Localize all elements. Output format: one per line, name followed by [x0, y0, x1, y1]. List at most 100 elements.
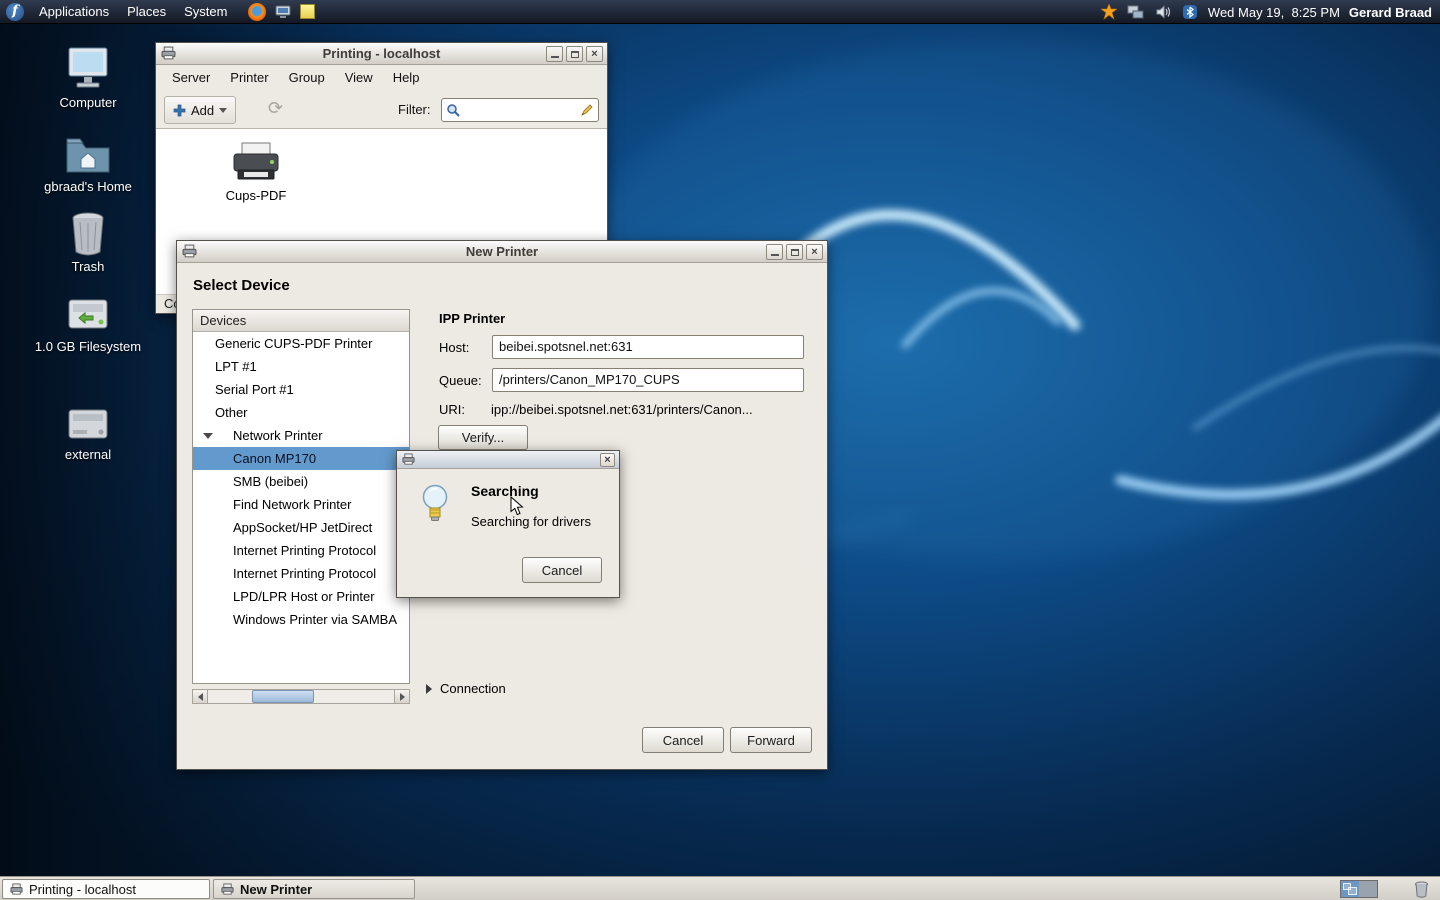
workspace-switcher[interactable] — [1340, 880, 1378, 898]
notes-launcher-icon[interactable] — [300, 4, 315, 19]
device-row[interactable]: Serial Port #1 — [193, 378, 409, 401]
scroll-right-arrow[interactable] — [394, 690, 409, 703]
trash-icon — [30, 208, 146, 256]
close-button[interactable]: × — [600, 453, 615, 467]
menu-system[interactable]: System — [175, 0, 236, 24]
printer-task-icon — [10, 883, 23, 896]
printer-window-icon — [182, 244, 197, 259]
add-printer-button[interactable]: Add — [164, 96, 236, 124]
menu-server[interactable]: Server — [162, 65, 220, 91]
printing-toolbar: Add ⟳ Filter: — [156, 91, 607, 129]
lightbulb-icon — [419, 483, 451, 525]
menu-printer[interactable]: Printer — [220, 65, 278, 91]
clock[interactable]: Wed May 19, 8:25 PM — [1208, 5, 1340, 20]
device-row[interactable]: Other — [193, 401, 409, 424]
printer-device-icon — [230, 141, 282, 185]
desktop-icon-filesystem[interactable]: 1.0 GB Filesystem — [30, 288, 146, 354]
volume-icon[interactable] — [1154, 3, 1172, 21]
device-row[interactable]: Find Network Printer — [193, 493, 409, 516]
desktop: f Applications Places System Wed May 1 — [0, 0, 1440, 900]
uri-label: URI: — [439, 402, 465, 417]
desktop-icon-label: 1.0 GB Filesystem — [30, 339, 146, 354]
printing-menubar: Server Printer Group View Help — [156, 65, 607, 91]
searching-heading: Searching — [471, 483, 539, 499]
workspace-2[interactable] — [1359, 881, 1377, 897]
desktop-icon-external[interactable]: external — [30, 396, 146, 462]
devices-column-header[interactable]: Devices — [193, 310, 409, 332]
chevron-down-icon — [219, 108, 227, 113]
close-button[interactable]: × — [586, 46, 603, 62]
device-row[interactable]: SMB (beibei) — [193, 470, 409, 493]
device-row[interactable]: LPT #1 — [193, 355, 409, 378]
desktop-icon-label: external — [30, 447, 146, 462]
device-row-selected[interactable]: Canon MP170 — [193, 447, 409, 470]
menu-applications[interactable]: Applications — [30, 0, 118, 24]
connection-expander[interactable]: Connection — [426, 681, 506, 696]
device-row-label: Network Printer — [233, 428, 323, 443]
top-panel: f Applications Places System Wed May 1 — [0, 0, 1440, 24]
device-row[interactable]: Internet Printing Protocol — [193, 539, 409, 562]
uri-value: ipp://beibei.spotsnel.net:631/printers/C… — [491, 402, 817, 417]
desktop-icon-label: gbraad's Home — [30, 179, 146, 194]
device-row[interactable]: LPD/LPR Host or Printer — [193, 585, 409, 608]
printer-item-cups-pdf[interactable]: Cups-PDF — [211, 141, 301, 203]
taskbar-item-printing[interactable]: Printing - localhost — [2, 879, 210, 899]
close-button[interactable]: × — [806, 244, 823, 260]
workspace-1[interactable] — [1341, 881, 1359, 897]
filter-search-input[interactable] — [441, 98, 599, 122]
user-menu[interactable]: Gerard Braad — [1349, 5, 1432, 20]
maximize-button[interactable] — [566, 46, 583, 62]
menu-help[interactable]: Help — [383, 65, 430, 91]
host-input[interactable]: beibei.spotsnel.net:631 — [492, 335, 804, 359]
scrollbar-trough[interactable] — [208, 690, 394, 703]
scroll-left-arrow[interactable] — [193, 690, 208, 703]
devices-list[interactable]: Devices Generic CUPS-PDF Printer LPT #1 … — [192, 309, 410, 684]
updates-icon[interactable] — [1100, 3, 1118, 21]
desktop-icon-trash[interactable]: Trash — [30, 208, 146, 274]
queue-input[interactable]: /printers/Canon_MP170_CUPS — [492, 368, 804, 392]
maximize-button[interactable] — [786, 244, 803, 260]
scrollbar-thumb[interactable] — [252, 690, 314, 703]
minimize-button[interactable] — [766, 244, 783, 260]
desktop-icon-label: Trash — [30, 259, 146, 274]
minimize-button[interactable] — [546, 46, 563, 62]
menu-group[interactable]: Group — [279, 65, 335, 91]
printing-window-titlebar[interactable]: Printing - localhost × — [156, 43, 607, 65]
remote-desktop-icon[interactable] — [1127, 3, 1145, 21]
display-launcher-icon[interactable] — [274, 3, 292, 21]
desktop-icon-home[interactable]: gbraad's Home — [30, 128, 146, 194]
device-row[interactable]: Generic CUPS-PDF Printer — [193, 332, 409, 355]
filter-label: Filter: — [398, 102, 431, 117]
edit-pencil-icon — [580, 103, 594, 117]
verify-button[interactable]: Verify... — [438, 425, 528, 450]
devices-horizontal-scrollbar[interactable] — [192, 689, 410, 704]
desktop-icon-computer[interactable]: Computer — [30, 44, 146, 110]
bluetooth-icon[interactable] — [1181, 3, 1199, 21]
new-printer-titlebar[interactable]: New Printer × — [177, 241, 827, 263]
refresh-icon[interactable]: ⟳ — [268, 98, 283, 119]
desktop-icon-label: Computer — [30, 95, 146, 110]
expander-open-icon[interactable] — [203, 433, 213, 439]
taskbar-item-label: Printing - localhost — [29, 882, 136, 897]
firefox-launcher-icon[interactable] — [248, 3, 266, 21]
taskbar-item-new-printer[interactable]: New Printer — [213, 879, 415, 899]
cancel-button[interactable]: Cancel — [642, 727, 724, 753]
searching-titlebar[interactable]: × — [397, 451, 619, 469]
taskbar-trash-icon[interactable] — [1412, 880, 1430, 898]
taskbar-item-label: New Printer — [240, 882, 312, 897]
menu-places[interactable]: Places — [118, 0, 175, 24]
device-row[interactable]: Internet Printing Protocol — [193, 562, 409, 585]
fedora-menu-icon[interactable]: f — [6, 3, 24, 21]
menu-view[interactable]: View — [335, 65, 383, 91]
device-row-network-printer[interactable]: Network Printer — [193, 424, 409, 447]
printer-task-icon — [221, 883, 234, 896]
device-row[interactable]: AppSocket/HP JetDirect — [193, 516, 409, 539]
forward-button[interactable]: Forward — [730, 727, 812, 753]
external-drive-icon — [30, 396, 146, 444]
searching-dialog: × Searching Searching for drivers Cancel — [396, 450, 620, 598]
plus-icon — [173, 104, 186, 117]
drive-icon — [30, 288, 146, 336]
printer-window-icon — [161, 46, 176, 61]
device-row[interactable]: Windows Printer via SAMBA — [193, 608, 409, 631]
searching-cancel-button[interactable]: Cancel — [522, 557, 602, 583]
